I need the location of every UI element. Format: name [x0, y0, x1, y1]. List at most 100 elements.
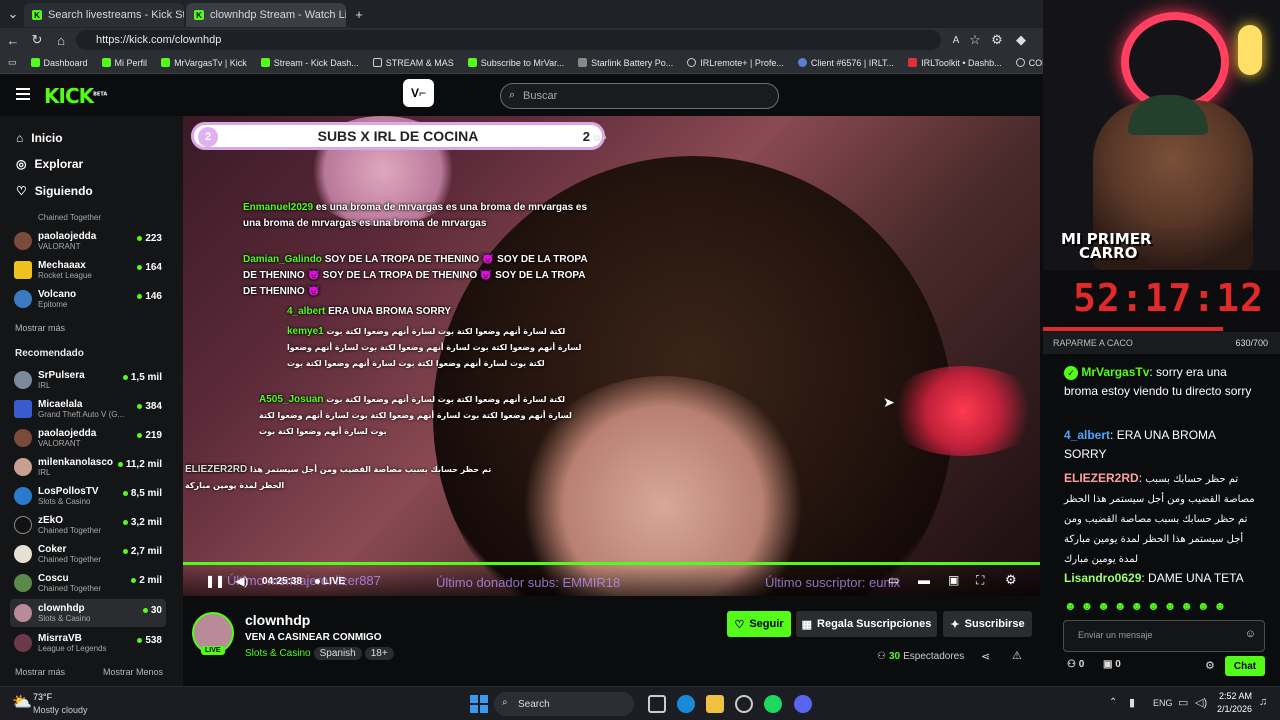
- pip-icon[interactable]: ▣: [948, 573, 959, 587]
- extensions-icon[interactable]: ⚙: [988, 31, 1006, 49]
- search-placeholder: Buscar: [523, 90, 558, 102]
- tab-clownhdp[interactable]: K clownhdp Stream - Watch Live on ✕: [186, 3, 346, 27]
- live-dot-icon: [137, 236, 143, 241]
- show-less-recommended[interactable]: Mostrar Menos: [103, 667, 163, 677]
- live-dot-icon: [122, 520, 128, 525]
- mic-icon[interactable]: ▮: [1129, 696, 1135, 709]
- show-more-recommended[interactable]: Mostrar más: [15, 667, 65, 677]
- weather-icon[interactable]: ⛅: [12, 692, 32, 712]
- avatar: [14, 429, 32, 447]
- sidebar-nav-siguiendo[interactable]: ♡ Siguiendo: [16, 184, 93, 198]
- back-icon[interactable]: ←: [4, 31, 22, 49]
- kick-extension-icon[interactable]: ◆: [1012, 31, 1030, 49]
- search-input[interactable]: ⌕ Buscar: [500, 83, 779, 109]
- points-counter[interactable]: ⚇ 0: [1067, 659, 1084, 670]
- app-icon[interactable]: [735, 695, 753, 713]
- sidebar-rec-micaelala[interactable]: Micaelala Grand Theft Auto V (G... 384: [14, 395, 166, 423]
- sidebar-following-paolaojedda[interactable]: paolaojedda VALORANT 223: [14, 227, 166, 255]
- subscribe-button[interactable]: ✦ Suscribirse: [943, 611, 1032, 637]
- reload-icon[interactable]: ↻: [28, 31, 46, 49]
- clock-time[interactable]: 2:52 AM: [1218, 691, 1252, 701]
- sidebar-rec-lospollostv[interactable]: LosPollosTV Slots & Casino 8,5 mil: [14, 482, 166, 510]
- banner-text: SUBS X IRL DE COCINA: [317, 128, 479, 144]
- live-dot-icon: [122, 491, 128, 496]
- overlay-ticker-right: Último suscriptor: eunix: [765, 575, 901, 590]
- sidebar-rec-misrravb[interactable]: MisrraVB League of Legends 538: [14, 629, 166, 657]
- chest-counter[interactable]: ▣ 0: [1103, 659, 1121, 670]
- streamer-name[interactable]: clownhdp: [245, 612, 310, 628]
- bookmark-dashboard[interactable]: Dashboard: [30, 58, 88, 68]
- share-icon[interactable]: ⋖: [981, 650, 990, 663]
- network-icon[interactable]: ▭: [1178, 696, 1188, 709]
- sidebar-rec-milenkanolasco[interactable]: milenkanolasco IRL 11,2 mil: [14, 453, 166, 481]
- task-view-icon[interactable]: [648, 695, 666, 713]
- tab-search-livestreams[interactable]: K Search livestreams - Kick Streaming ✕: [24, 3, 184, 27]
- bookmark-stream-mas[interactable]: STREAM & MAS: [372, 58, 454, 68]
- windows-start-icon[interactable]: [470, 695, 488, 713]
- edge-icon[interactable]: [677, 695, 695, 713]
- sidebar-rec-coker[interactable]: Coker Chained Together 2,7 mil: [14, 540, 166, 568]
- tray-chevron-icon[interactable]: ⌃: [1109, 697, 1117, 708]
- clip-icon[interactable]: ▭: [888, 573, 899, 587]
- notification-bell-icon[interactable]: ♫: [1259, 696, 1267, 708]
- sidebar-nav-inicio[interactable]: ⌂ Inicio: [16, 131, 63, 145]
- pause-icon[interactable]: ❚❚: [205, 574, 225, 588]
- emoji-icon[interactable]: ☺: [1245, 628, 1256, 640]
- overlay-chat-msg-3: 4_albert ERA UNA BROMA SORRY: [287, 306, 452, 317]
- url-field[interactable]: https://kick.com/clownhdp: [76, 30, 941, 50]
- bookmark-mi-perfil[interactable]: Mi Perfil: [101, 58, 147, 68]
- fullscreen-icon[interactable]: ⛶: [976, 573, 984, 588]
- spotify-icon[interactable]: [764, 695, 782, 713]
- bookmark-client[interactable]: Client #6576 | IRLT...: [797, 58, 894, 68]
- favorite-star-icon[interactable]: ☆: [966, 31, 984, 49]
- sidebar-following-mechaaax[interactable]: Mechaaax Rocket League 164: [14, 256, 166, 284]
- chat-send-button[interactable]: Chat: [1225, 656, 1265, 676]
- volume-icon[interactable]: ◀): [235, 574, 248, 588]
- tab-list-icon[interactable]: ⌄: [4, 5, 22, 23]
- read-aloud-icon[interactable]: A: [947, 31, 965, 49]
- tag-spanish[interactable]: Spanish: [313, 647, 362, 660]
- settings-icon[interactable]: ⚙: [1005, 572, 1017, 588]
- file-explorer-icon[interactable]: [706, 695, 724, 713]
- subs-goal-banner: 2 SUBS X IRL DE COCINA 2: [191, 122, 605, 150]
- chat-input[interactable]: Enviar un mensaje ☺: [1063, 620, 1265, 652]
- kick-logo[interactable]: KICKBETA: [44, 84, 107, 108]
- taskbar-search[interactable]: ⌕ Search: [494, 692, 634, 716]
- stream-category[interactable]: Slots & Casino: [245, 648, 311, 659]
- report-icon[interactable]: ⚠: [1012, 649, 1022, 662]
- bookmark-irltoolkit[interactable]: IRLToolkit • Dashb...: [908, 58, 1002, 68]
- show-more-following[interactable]: Mostrar más: [15, 323, 65, 333]
- language-indicator[interactable]: ENG: [1153, 698, 1173, 708]
- bookmark-starlink[interactable]: Starlink Battery Po...: [578, 58, 673, 68]
- video-player[interactable]: 2 SUBS X IRL DE COCINA 2 ⧉ ᵃ Enmanuel202…: [183, 116, 1040, 596]
- sidebar-rec-clownhdp[interactable]: clownhdp Slots & Casino 30: [10, 599, 166, 627]
- menu-icon[interactable]: [16, 88, 30, 100]
- emote-row[interactable]: ☻☻☻☻☻☻☻☻☻☻: [1064, 599, 1230, 613]
- home-icon: ⌂: [16, 131, 24, 145]
- theater-icon[interactable]: ▬: [918, 573, 930, 587]
- sidebar-rec-coscu[interactable]: Coscu Chained Together 2 mil: [14, 569, 166, 597]
- vod-logo-icon[interactable]: V⌐: [403, 79, 434, 107]
- bookmark-mrvargastv[interactable]: MrVargasTv | Kick: [161, 58, 247, 68]
- sidebar-rec-zeko[interactable]: zEkO Chained Together 3,2 mil: [14, 511, 166, 539]
- discord-icon[interactable]: [794, 695, 812, 713]
- follow-button[interactable]: ♡ Seguir: [727, 611, 791, 637]
- sidebar-rec-srpulsera[interactable]: SrPulsera IRL 1,5 mil: [14, 366, 166, 394]
- bookmark-stream-dashboard[interactable]: Stream - Kick Dash...: [260, 58, 359, 68]
- gift-subs-button[interactable]: ▦ Regala Suscripciones: [796, 611, 937, 637]
- sidebar-rec-paolaojedda[interactable]: paolaojedda VALORANT 219: [14, 424, 166, 452]
- sidebar-following-volcano[interactable]: Volcano Epitome 146: [14, 285, 166, 313]
- home-browser-icon[interactable]: ⌂: [52, 31, 70, 49]
- timer-bar: [1043, 327, 1223, 331]
- bookmarks-toggle-icon[interactable]: ▭: [8, 57, 17, 68]
- chat-settings-icon[interactable]: ⚙: [1205, 659, 1215, 672]
- new-tab-icon[interactable]: +: [350, 5, 368, 23]
- overlay-chat-msg-4: kemye1 لكتة لسارة أنهم وضعوا لكتة بوت لس…: [287, 326, 582, 368]
- tag-18plus[interactable]: 18+: [364, 647, 394, 660]
- bookmark-subscribe[interactable]: Subscribe to MrVar...: [467, 58, 564, 68]
- live-indicator[interactable]: LIVE: [315, 576, 345, 587]
- bookmark-irlremote[interactable]: IRLremote+ | Profe...: [687, 58, 784, 68]
- clock-date[interactable]: 2/1/2026: [1213, 704, 1252, 714]
- speaker-icon[interactable]: ◁): [1195, 696, 1207, 709]
- sidebar-nav-explorar[interactable]: ◎ Explorar: [16, 157, 83, 171]
